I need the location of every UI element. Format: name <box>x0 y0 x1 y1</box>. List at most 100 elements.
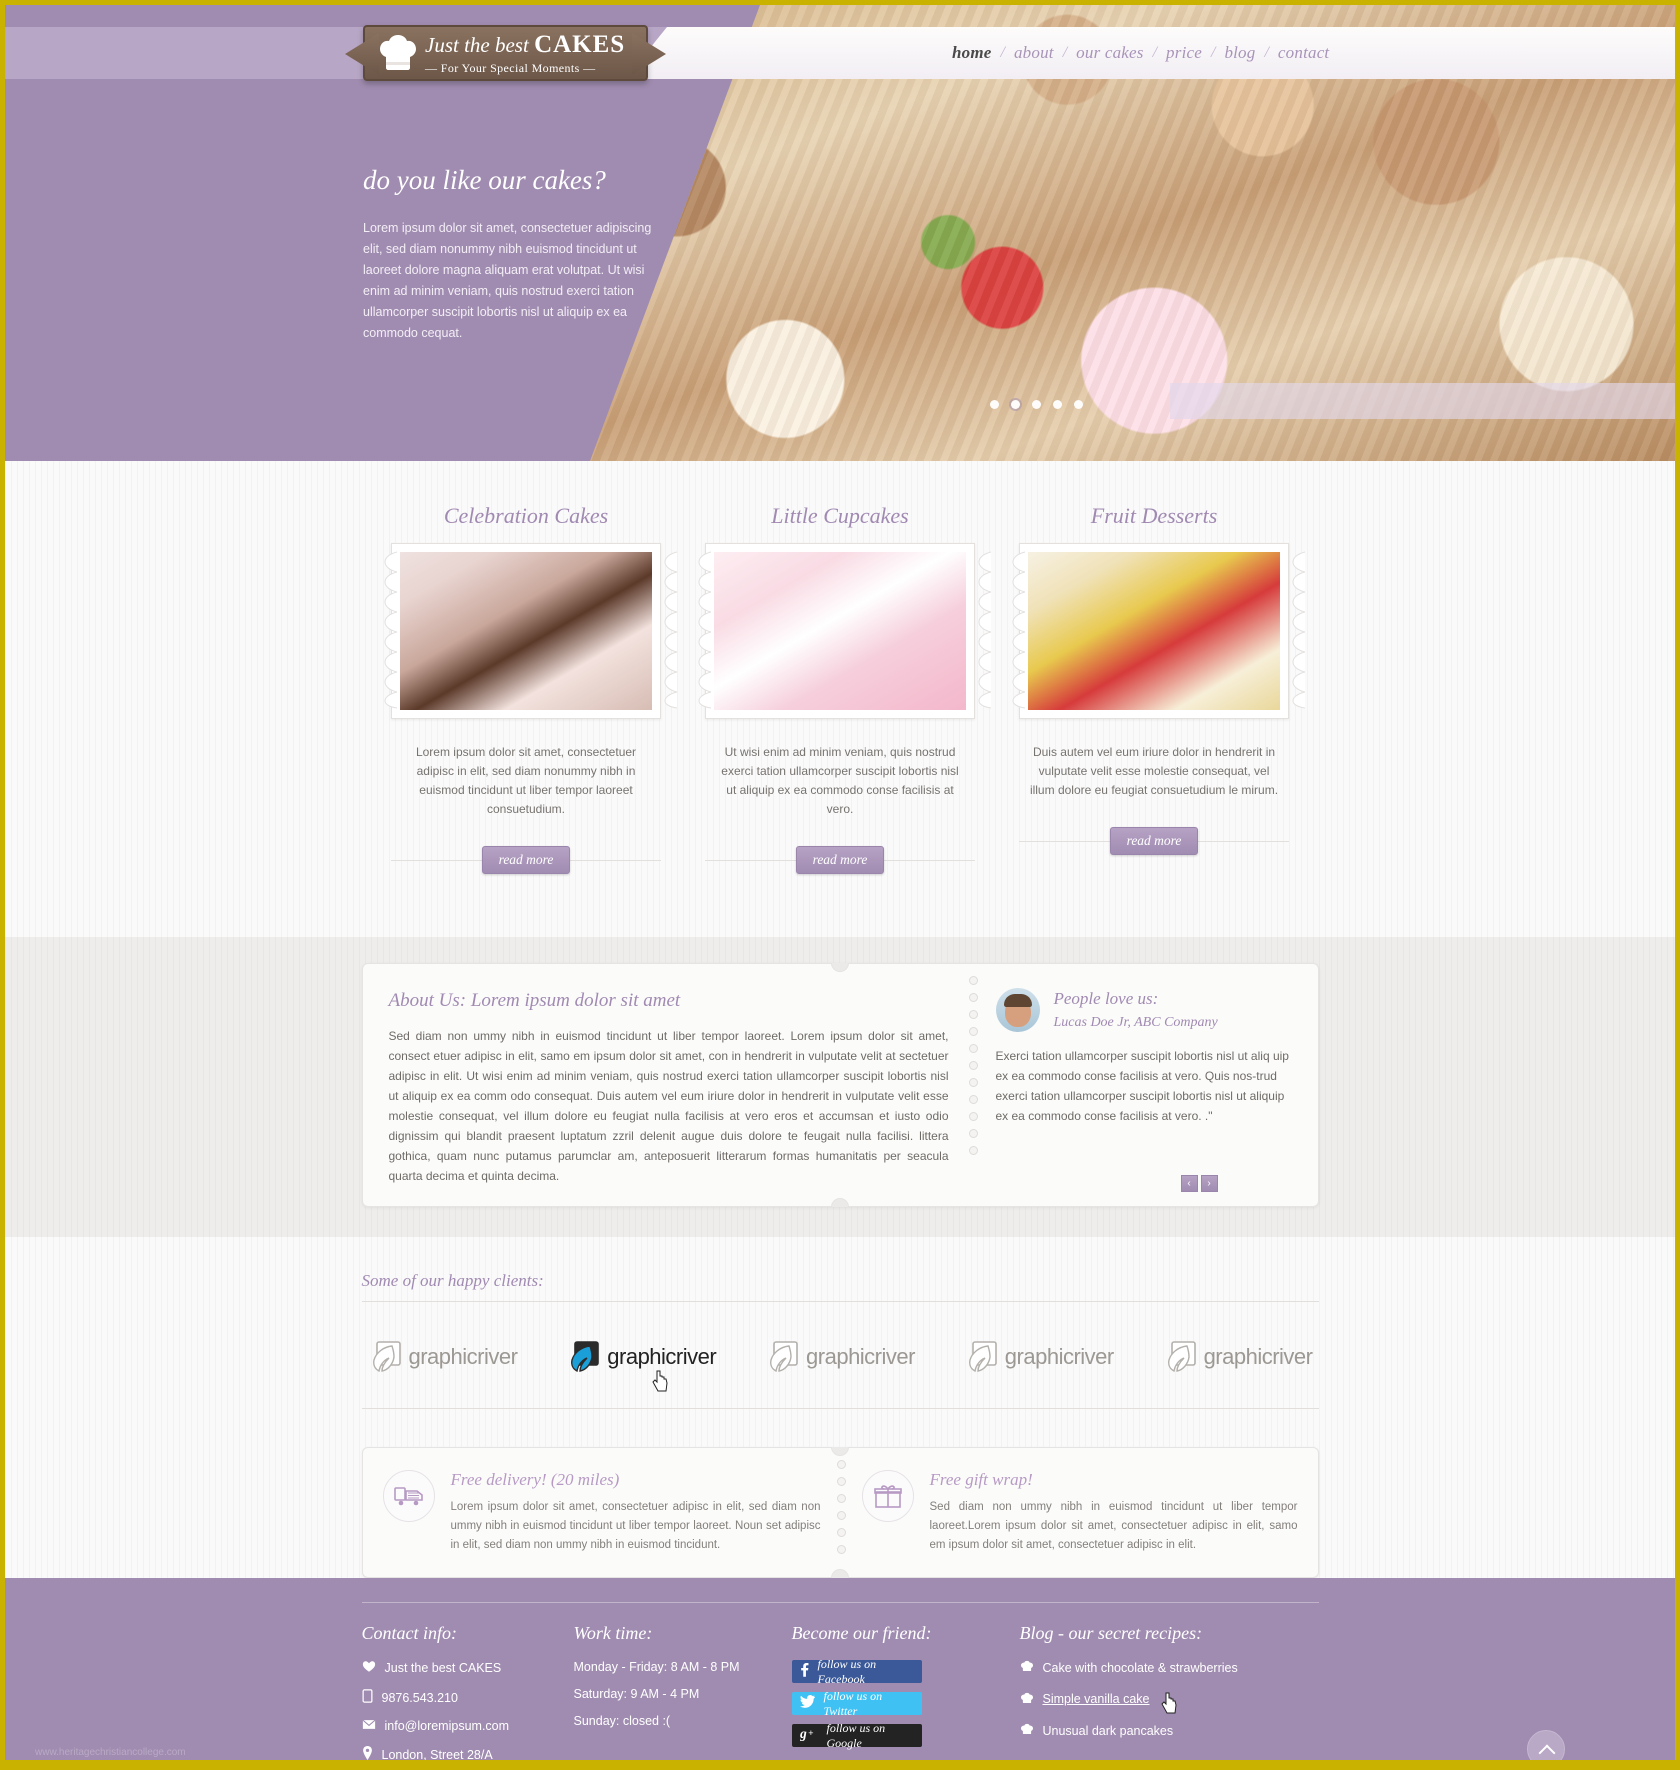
site-logo[interactable]: Just the best CAKES — For Your Special M… <box>363 25 648 81</box>
read-more-button[interactable]: read more <box>481 846 571 874</box>
client-logo[interactable]: graphicriver <box>964 1340 1114 1374</box>
perf-hole <box>836 1477 846 1486</box>
footer-worktime-row: Sunday: closed :( <box>573 1714 671 1728</box>
scallop-edge-icon <box>1012 551 1025 709</box>
logo-text: Just the best CAKES — For Your Special M… <box>425 31 625 76</box>
social-button-label: follow us on Facebook <box>817 1656 877 1686</box>
social-button-google-plus[interactable]: g + follow us on Google <box>791 1721 922 1750</box>
scallop-edge-icon <box>664 551 677 709</box>
promo-perforated-divider <box>836 1460 846 1565</box>
nav-item-contact[interactable]: contact <box>1269 43 1338 63</box>
nav-item-blog[interactable]: blog <box>1215 43 1264 63</box>
client-logo[interactable]: graphicriver <box>1163 1340 1313 1374</box>
read-more-button[interactable]: read more <box>1109 827 1199 855</box>
promo-delivery-text: Free delivery! (20 miles) Lorem ipsum do… <box>451 1470 821 1555</box>
promo-title: Free delivery! (20 miles) <box>450 1470 620 1489</box>
graphicriver-logo-icon <box>571 1341 600 1373</box>
cursor-hand-icon <box>652 1370 668 1392</box>
delivery-truck-icon <box>382 1470 435 1522</box>
nav-item-our-cakes[interactable]: our cakes <box>1067 43 1152 63</box>
slider-dot-1[interactable] <box>990 400 999 409</box>
promo-body: Lorem ipsum dolor sit amet, consectetuer… <box>450 1501 821 1551</box>
slider-dot-2[interactable] <box>1011 400 1020 409</box>
client-logo-label: graphicriver <box>1004 1344 1114 1369</box>
footer-blog-column: Blog - our secret recipes: Cake with cho… <box>1020 1623 1319 1765</box>
slider-dot-3[interactable] <box>1032 400 1041 409</box>
envelope-icon <box>362 1719 376 1733</box>
main-navigation: home / about / our cakes / price / blog / contact <box>625 27 1675 79</box>
read-more-button[interactable]: read more <box>795 846 885 874</box>
footer-worktime-column: Work time: Monday - Friday: 8 AM - 8 PM S… <box>574 1623 792 1765</box>
footer-social-heading: Become our friend: <box>791 1623 932 1643</box>
client-logo-label: graphicriver <box>806 1344 915 1369</box>
footer-worktime-heading: Work time: <box>573 1623 653 1643</box>
hero-section: home / about / our cakes / price / blog / contact … <box>5 5 1675 461</box>
footer-blog-link[interactable]: Simple vanilla cake <box>1020 1688 1319 1714</box>
testimonial-next-button[interactable]: › <box>1200 1175 1218 1192</box>
chef-hat-icon <box>1020 1660 1034 1675</box>
footer-contact-heading: Contact info: <box>361 1623 458 1643</box>
card-photo <box>1028 552 1280 710</box>
logo-subtitle: — For Your Special Moments — <box>425 60 596 75</box>
category-card: Celebration Cakes Lorem ipsum dolor sit a… <box>384 503 677 875</box>
slider-dots[interactable] <box>990 400 1083 409</box>
footer-blog-label: Cake with chocolate & strawberries <box>1042 1660 1238 1675</box>
nav-item-about[interactable]: about <box>1005 43 1063 63</box>
social-button-twitter[interactable]: follow us on Twitter <box>791 1689 922 1718</box>
category-cards: Celebration Cakes Lorem ipsum dolor sit a… <box>5 503 1675 875</box>
footer-divider <box>361 1602 1319 1603</box>
testimonial-nav[interactable]: ‹ › <box>1180 1175 1218 1192</box>
slider-dot-4[interactable] <box>1053 400 1062 409</box>
promo-title: Free gift wrap! <box>929 1470 1033 1489</box>
testimonial-names: People love us: Lucas Doe Jr, ABC Compan… <box>1054 989 1218 1031</box>
card-text: Ut wisi enim ad minim veniam, quis nostr… <box>721 745 959 816</box>
footer-contact-row: 9876.543.210 <box>362 1689 574 1706</box>
nav-item-home[interactable]: home <box>943 43 1001 63</box>
footer-contact-text: info@loremipsum.com <box>384 1719 510 1733</box>
scallop-edge-icon <box>978 551 991 709</box>
footer-blog-link[interactable]: Cake with chocolate & strawberries <box>1020 1660 1319 1675</box>
graphicriver-logo-icon <box>770 1341 798 1373</box>
client-logo-label: graphicriver <box>1203 1344 1313 1369</box>
phone-icon <box>362 1689 373 1706</box>
footer-worktime-row: Saturday: 9 AM - 4 PM <box>573 1687 700 1701</box>
footer-blog-link[interactable]: Unusual dark pancakes <box>1020 1723 1319 1738</box>
svg-text:+: + <box>808 1728 813 1738</box>
card-photo <box>714 552 966 710</box>
hero-text: Lorem ipsum dolor sit amet, consectetuer… <box>363 221 652 340</box>
category-card: Fruit Desserts Duis autem vel eum iriure … <box>1012 503 1305 875</box>
testimonial-heading: People love us: <box>1053 989 1159 1008</box>
category-card: Little Cupcakes Ut wisi enim ad minim ven… <box>698 503 991 875</box>
scallop-edge-icon <box>1292 551 1305 709</box>
footer-blog-label: Unusual dark pancakes <box>1042 1723 1174 1738</box>
heart-icon <box>362 1660 376 1676</box>
footer-contact-row: Just the best CAKES <box>362 1660 574 1676</box>
client-logo[interactable]: graphicriver <box>765 1340 915 1374</box>
card-photo-frame <box>1012 543 1305 719</box>
nav-item-price[interactable]: price <box>1157 43 1211 63</box>
gift-box-icon <box>861 1470 914 1522</box>
testimonial-block: People love us: Lucas Doe Jr, ABC Compan… <box>974 964 1318 1206</box>
watermark: www.heritagechristiancollege.com <box>35 1747 186 1758</box>
perf-hole <box>836 1511 846 1520</box>
footer-social-column: Become our friend: follow us on Facebook… <box>791 1623 1020 1765</box>
social-button-facebook[interactable]: follow us on Facebook <box>791 1657 922 1686</box>
facebook-icon <box>800 1662 809 1681</box>
about-section: About Us: Lorem ipsum dolor sit amet Sed… <box>5 937 1675 1237</box>
gold-accent-line <box>5 1760 1675 1765</box>
hero-title: do you like our cakes? <box>363 165 606 195</box>
footer-contact-column: Contact info: Just the best CAKES 9876.54… <box>362 1623 574 1765</box>
promo-delivery: Free delivery! (20 miles) Lorem ipsum do… <box>363 1448 841 1577</box>
client-logo[interactable]: graphicriver <box>566 1322 717 1420</box>
client-logo-label: graphicriver <box>607 1344 717 1369</box>
client-logo[interactable]: graphicriver <box>368 1340 518 1374</box>
testimonial-prev-button[interactable]: ‹ <box>1180 1175 1198 1192</box>
featured-categories-section: Celebration Cakes Lorem ipsum dolor sit a… <box>5 461 1675 937</box>
card-title: Fruit Desserts <box>1090 503 1218 528</box>
testimonial-header: People love us: Lucas Doe Jr, ABC Compan… <box>995 988 1296 1032</box>
footer-blog-label: Simple vanilla cake <box>1042 1692 1150 1706</box>
slider-dot-5[interactable] <box>1074 400 1083 409</box>
footer-columns: Contact info: Just the best CAKES 9876.54… <box>362 1623 1319 1765</box>
footer-contact-text: Just the best CAKES <box>384 1661 502 1675</box>
logo-tagline-small: Just the best <box>425 32 529 57</box>
